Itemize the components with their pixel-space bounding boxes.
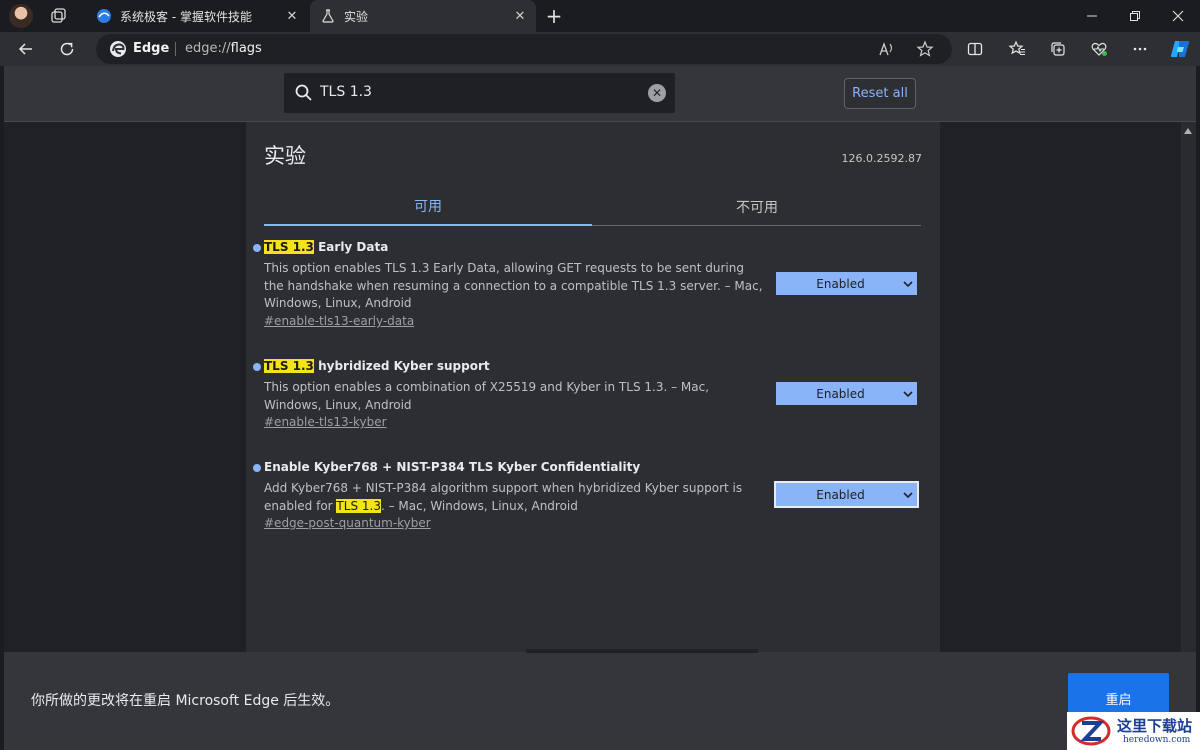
experiment-title: Enable Kyber768 + NIST-P384 TLS Kyber Co…: [264, 460, 641, 474]
new-tab-button[interactable]: +: [542, 4, 566, 28]
experiment-link[interactable]: #enable-tls13-kyber: [264, 415, 387, 429]
address-bar[interactable]: Edge edge://flags: [96, 34, 952, 64]
chevron-down-icon: [899, 280, 917, 288]
flask-icon: [320, 8, 336, 24]
restart-bar: 你所做的更改将在重启 Microsoft Edge 后生效。 重启: [4, 649, 1196, 750]
close-window-button[interactable]: [1156, 0, 1200, 32]
clear-search-icon[interactable]: ✕: [648, 84, 666, 102]
experiment-title: TLS 1.3 Early Data: [264, 240, 388, 254]
experiment-state-select[interactable]: Enabled: [776, 382, 917, 405]
experiment-state-select[interactable]: Enabled: [776, 272, 917, 295]
flags-panel: 实验 126.0.2592.87 可用 不可用 TLS 1.3 Early Da…: [246, 122, 940, 652]
close-tab-icon[interactable]: ✕: [510, 6, 530, 26]
scroll-up-arrow-icon[interactable]: [1184, 128, 1192, 134]
search-highlight: TLS 1.3: [336, 498, 381, 513]
edge-logo-icon: [109, 40, 127, 58]
flags-header: TLS 1.3 ✕ Reset all: [4, 66, 1196, 122]
description-text: . – Mac, Windows, Linux, Android: [380, 498, 578, 513]
select-value: Enabled: [816, 386, 865, 401]
address-separator: [175, 42, 176, 56]
tab-flags[interactable]: 实验 ✕: [310, 0, 536, 32]
restart-bar-notch: [526, 649, 758, 653]
modified-dot-icon: [253, 363, 261, 371]
tab-strip: 系统极客 - 掌握软件技能 ✕ 实验 ✕ +: [0, 0, 1200, 32]
watermark-z-icon: [1071, 715, 1111, 747]
restart-message: 你所做的更改将在重启 Microsoft Edge 后生效。: [31, 693, 340, 709]
favorite-star-icon[interactable]: [914, 38, 936, 60]
watermark-logo: 这里下载站 heredown.com: [1067, 712, 1200, 750]
version-label: 126.0.2592.87: [841, 152, 922, 165]
watermark-text-cn: 这里下载站: [1117, 717, 1193, 735]
read-aloud-icon[interactable]: [876, 38, 898, 60]
collections-icon[interactable]: [1044, 35, 1072, 63]
chevron-down-icon: [899, 390, 917, 398]
search-value: TLS 1.3: [320, 84, 372, 100]
page-title: 实验: [264, 144, 306, 168]
tab-title: 系统极客 - 掌握软件技能: [120, 9, 252, 24]
experiment-item: TLS 1.3 Early Data This option enables T…: [246, 240, 940, 335]
flags-tabs: 可用 不可用: [264, 188, 921, 226]
restore-button[interactable]: [1113, 0, 1157, 32]
split-screen-icon[interactable]: [961, 35, 989, 63]
more-menu-icon[interactable]: [1126, 35, 1154, 63]
experiment-title-text: hybridized Kyber support: [313, 359, 490, 373]
experiment-link[interactable]: #enable-tls13-early-data: [264, 314, 414, 328]
experiment-description: This option enables a combination of X25…: [264, 380, 710, 412]
scrollbar[interactable]: [1181, 122, 1196, 652]
search-highlight: TLS 1.3: [264, 240, 314, 254]
experiment-description: This option enables TLS 1.3 Early Data, …: [264, 261, 763, 310]
refresh-button[interactable]: [53, 35, 81, 63]
tab-actions-icon[interactable]: [48, 6, 68, 26]
experiment-item: TLS 1.3 hybridized Kyber support This op…: [246, 359, 940, 434]
experiment-title-text: Early Data: [313, 240, 389, 254]
browser-toolbar: Edge edge://flags: [0, 32, 1200, 66]
url-text: edge://flags: [185, 41, 262, 56]
modified-dot-icon: [253, 244, 261, 252]
tab-title: 实验: [344, 9, 369, 24]
modified-dot-icon: [253, 464, 261, 472]
tab-xitongjike[interactable]: 系统极客 - 掌握软件技能 ✕: [86, 0, 308, 32]
favorites-icon[interactable]: [1003, 35, 1031, 63]
site-identity-label: Edge: [133, 41, 170, 56]
experiment-state-select[interactable]: Enabled: [774, 481, 919, 508]
watermark-text-en: heredown.com: [1123, 735, 1191, 745]
experiment-item: Enable Kyber768 + NIST-P384 TLS Kyber Co…: [246, 460, 940, 535]
experiment-link[interactable]: #edge-post-quantum-kyber: [264, 516, 431, 530]
experiment-description: Add Kyber768 + NIST-P384 algorithm suppo…: [264, 480, 764, 515]
select-value: Enabled: [816, 276, 865, 291]
profile-avatar[interactable]: [9, 4, 33, 28]
experiment-title: TLS 1.3 hybridized Kyber support: [264, 359, 490, 373]
copilot-icon[interactable]: [1166, 35, 1194, 63]
tab-unavailable[interactable]: 不可用: [593, 188, 921, 226]
search-icon: [294, 83, 314, 103]
minimize-button[interactable]: [1070, 0, 1114, 32]
select-value: Enabled: [816, 487, 865, 502]
site-favicon-icon: [96, 8, 112, 24]
reset-all-button[interactable]: Reset all: [844, 78, 916, 109]
search-highlight: TLS 1.3: [264, 359, 314, 373]
back-button[interactable]: [12, 35, 40, 63]
flags-search-input[interactable]: TLS 1.3 ✕: [284, 73, 675, 113]
url-scheme: edge://: [185, 41, 231, 56]
tab-available[interactable]: 可用: [264, 188, 592, 226]
url-host: flags: [230, 41, 262, 56]
close-tab-icon[interactable]: ✕: [282, 6, 302, 26]
chevron-down-icon: [899, 491, 917, 499]
browser-essentials-icon[interactable]: [1085, 35, 1113, 63]
